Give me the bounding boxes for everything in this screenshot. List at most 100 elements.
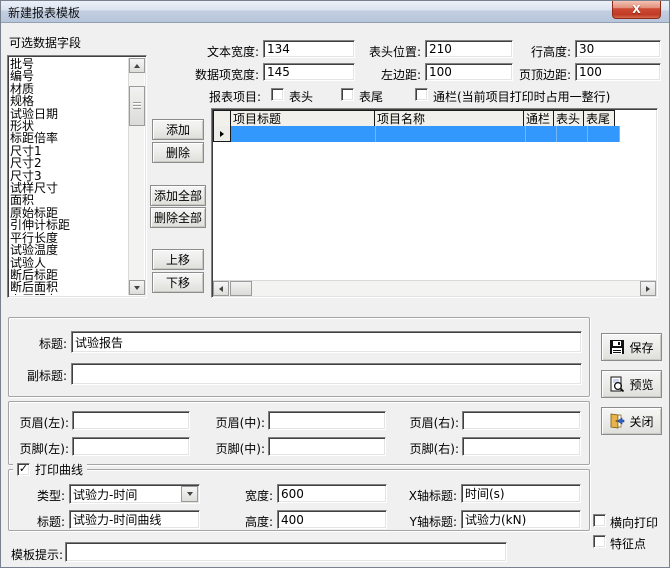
text-width-input[interactable]: [263, 40, 355, 58]
close-icon: X: [632, 4, 640, 15]
text-width-label: 文本宽度:: [187, 43, 259, 60]
title-groupbox: [8, 317, 590, 397]
curve-width-label: 宽度:: [231, 487, 273, 504]
row-height-label: 行高度:: [515, 43, 571, 60]
curve-width-input[interactable]: [277, 484, 387, 503]
report-items-grid[interactable]: 项目标题 项目名称 通栏 表头 表尾: [211, 108, 658, 298]
report-title-label: 标题:: [27, 335, 67, 352]
page-footer-center-input[interactable]: [268, 437, 386, 456]
save-icon: [609, 339, 625, 355]
preview-icon: [609, 376, 625, 392]
list-item[interactable]: 尺寸2: [10, 157, 127, 169]
add-button[interactable]: 添加: [152, 119, 204, 140]
report-item-label: 报表项目:: [209, 88, 261, 105]
remove-all-button[interactable]: 删除全部: [150, 207, 206, 228]
page-header-left-label: 页眉(左):: [7, 414, 69, 431]
page-footer-left-input[interactable]: [72, 437, 190, 456]
list-item[interactable]: 标距倍率: [10, 132, 127, 144]
close-dialog-button[interactable]: 关闭: [601, 407, 662, 435]
header-pos-input[interactable]: [425, 40, 513, 58]
titlebar[interactable]: 新建报表模板 X: [1, 1, 669, 23]
page-header-right-input[interactable]: [462, 411, 581, 430]
item-width-input[interactable]: [263, 63, 355, 81]
move-up-button[interactable]: 上移: [152, 249, 204, 270]
page-footer-left-label: 页脚(左):: [7, 440, 69, 457]
grid-col-fullrow: 通栏: [523, 110, 554, 127]
list-item[interactable]: 引伸计标距: [10, 219, 127, 231]
curve-type-label: 类型:: [25, 487, 65, 504]
curve-title-input[interactable]: [69, 510, 200, 529]
y-axis-title-input[interactable]: [461, 510, 581, 529]
scrollbar-thumb[interactable]: [129, 86, 145, 126]
grid-cell[interactable]: [526, 126, 557, 142]
grid-horizontal-scrollbar[interactable]: [213, 280, 656, 296]
grid-col-item-title: 项目标题: [230, 110, 375, 127]
footer-checkbox[interactable]: [341, 88, 354, 101]
feature-points-checkbox[interactable]: [593, 535, 606, 548]
fullrow-checkbox[interactable]: [415, 88, 428, 101]
close-button-label: 关闭: [629, 413, 653, 430]
thumb-grip-icon: [133, 102, 141, 109]
scroll-down-button[interactable]: [129, 280, 145, 295]
list-item[interactable]: 上屈服力: [10, 294, 127, 295]
page-footer-right-input[interactable]: [462, 437, 581, 456]
footer-checkbox-label[interactable]: 表尾: [359, 88, 383, 105]
header-checkbox-label[interactable]: 表头: [289, 88, 313, 105]
report-subtitle-input[interactable]: [71, 363, 582, 385]
scroll-up-button[interactable]: [129, 58, 145, 73]
grid-cell[interactable]: [557, 126, 588, 142]
row-height-input[interactable]: [575, 40, 661, 58]
grid-col-item-name: 项目名称: [374, 110, 524, 127]
add-all-button[interactable]: 添加全部: [150, 185, 206, 206]
list-item[interactable]: 试验温度: [10, 244, 127, 256]
scroll-left-button[interactable]: [213, 281, 229, 296]
grid-cell[interactable]: [376, 126, 526, 142]
grid-cell[interactable]: [588, 126, 620, 142]
grid-selected-row[interactable]: [213, 126, 620, 142]
left-margin-label: 左边距:: [353, 66, 421, 83]
preview-button[interactable]: 预览: [601, 370, 662, 398]
field-listbox[interactable]: 批号编号材质规格试验日期形状标距倍率尺寸1尺寸2尺寸3试样尺寸面积原始标距引伸计…: [7, 55, 147, 298]
header-checkbox[interactable]: [271, 88, 284, 101]
list-vertical-scrollbar[interactable]: [128, 58, 144, 295]
save-button[interactable]: 保存: [601, 333, 662, 361]
fullrow-checkbox-label[interactable]: 通栏(当前项目打印时占用一整行): [433, 88, 610, 105]
window-title: 新建报表模板: [8, 4, 80, 21]
available-fields-label: 可选数据字段: [9, 34, 81, 51]
top-margin-input[interactable]: [575, 63, 661, 81]
remove-button[interactable]: 删除: [152, 142, 204, 163]
header-pos-label: 表头位置:: [353, 43, 421, 60]
exit-door-icon: [609, 413, 625, 429]
template-hint-input[interactable]: [65, 542, 507, 562]
row-selector-cell: [213, 126, 231, 142]
print-curve-label[interactable]: 打印曲线: [35, 461, 83, 478]
move-down-button[interactable]: 下移: [152, 272, 204, 293]
feature-points-label[interactable]: 特征点: [610, 535, 646, 552]
x-axis-title-input[interactable]: [461, 484, 581, 503]
landscape-print-checkbox[interactable]: [593, 514, 606, 527]
page-header-center-label: 页眉(中):: [203, 414, 265, 431]
report-title-input[interactable]: [71, 331, 582, 353]
scroll-right-button[interactable]: [640, 281, 656, 296]
page-footer-center-label: 页脚(中):: [203, 440, 265, 457]
list-item[interactable]: 面积: [10, 194, 127, 206]
landscape-print-label[interactable]: 横向打印: [610, 514, 658, 531]
grid-cell[interactable]: [231, 126, 376, 142]
page-header-center-input[interactable]: [268, 411, 386, 430]
list-item[interactable]: 规格: [10, 95, 127, 107]
curve-type-select[interactable]: 试验力-时间: [69, 484, 200, 504]
left-margin-input[interactable]: [425, 63, 513, 81]
print-curve-checkbox[interactable]: [17, 463, 30, 476]
arrow-left-icon: [219, 286, 223, 292]
hscrollbar-thumb[interactable]: [230, 281, 252, 296]
x-axis-title-label: X轴标题:: [393, 487, 457, 504]
list-item[interactable]: 断后面积: [10, 281, 127, 293]
page-header-left-input[interactable]: [72, 411, 190, 430]
page-header-right-label: 页眉(右):: [397, 414, 459, 431]
close-button[interactable]: X: [612, 1, 661, 19]
template-hint-label: 模板提示:: [5, 546, 63, 563]
curve-type-value: 试验力-时间: [73, 486, 137, 503]
list-item[interactable]: 编号: [10, 70, 127, 82]
dropdown-button[interactable]: [181, 486, 198, 502]
curve-height-input[interactable]: [277, 510, 387, 529]
